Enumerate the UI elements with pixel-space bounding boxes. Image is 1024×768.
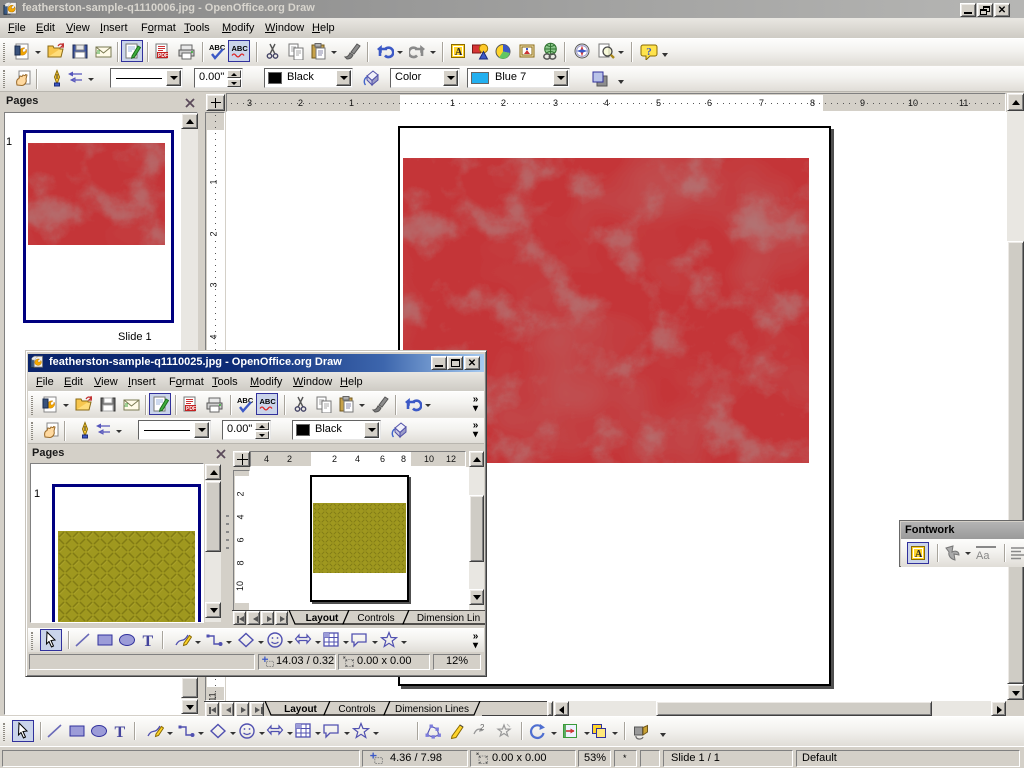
svg-text:Aa: Aa (976, 550, 990, 562)
svg-text:Layout: Layout (306, 613, 339, 624)
svg-text:Controls: Controls (357, 613, 394, 624)
svg-text:Controls: Controls (338, 704, 375, 715)
svg-text:Dimension Lin: Dimension Lin (417, 613, 480, 624)
svg-text:Dimension Lines: Dimension Lines (395, 704, 469, 715)
svg-text:Layout: Layout (284, 704, 317, 715)
